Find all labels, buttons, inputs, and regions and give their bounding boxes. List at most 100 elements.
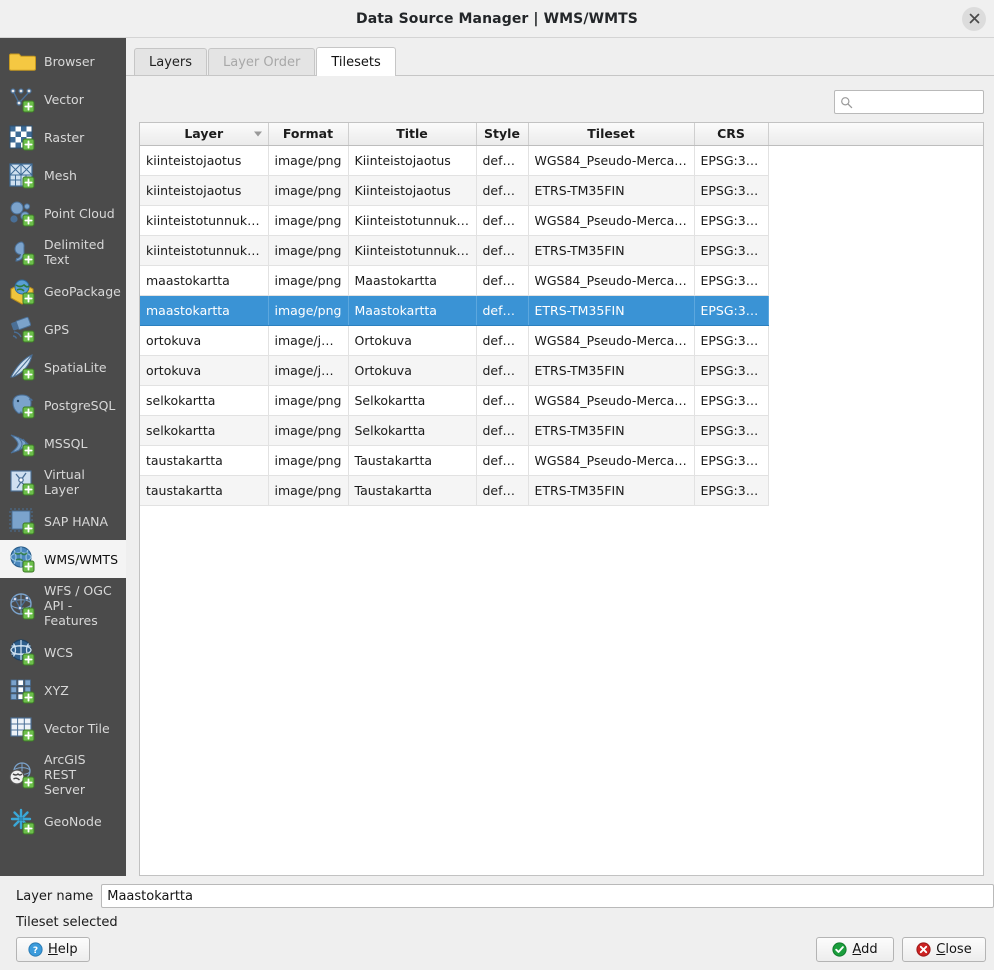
cell-layer[interactable]: taustakartta — [140, 445, 269, 476]
cell-layer[interactable]: taustakartta — [140, 475, 269, 506]
table-row[interactable]: kiinteistojaotus image/png Kiinteistojaotu… — [140, 145, 983, 176]
cell-layer[interactable]: selkokartta — [140, 385, 269, 416]
cell-title[interactable]: Taustakartta — [348, 475, 477, 506]
sidebar-item-wms-wmts[interactable]: WMS/WMTS — [0, 540, 126, 578]
sidebar-item-vector-tile[interactable]: Vector Tile — [0, 709, 126, 747]
cell-title[interactable]: Kiinteistojaotus — [348, 175, 477, 206]
cell-tileset[interactable]: ETRS-TM35FIN — [528, 175, 695, 206]
cell-format[interactable]: image/jpeg — [268, 355, 349, 386]
sidebar-item-vector[interactable]: Vector — [0, 80, 126, 118]
cell-format[interactable]: image/png — [268, 295, 349, 326]
table-row[interactable]: selkokartta image/png Selkokartta default ET… — [140, 415, 983, 446]
cell-crs[interactable]: EPSG:3067 — [694, 235, 769, 266]
cell-format[interactable]: image/png — [268, 205, 349, 236]
cell-layer[interactable]: maastokartta — [140, 265, 269, 296]
table-body[interactable]: kiinteistojaotus image/png Kiinteistojaotu… — [140, 145, 983, 506]
tab-tilesets[interactable]: Tilesets — [316, 47, 396, 76]
cell-title[interactable]: Kiinteistojaotus — [348, 145, 477, 176]
close-button[interactable]: Close — [902, 937, 986, 962]
sidebar-item-gps[interactable]: GPS — [0, 310, 126, 348]
cell-layer[interactable]: kiinteistojaotus — [140, 145, 269, 176]
cell-style[interactable]: default — [476, 175, 529, 206]
cell-tileset[interactable]: ETRS-TM35FIN — [528, 295, 695, 326]
table-row[interactable]: maastokartta image/png Maastokartta default… — [140, 295, 983, 326]
sidebar-item-raster[interactable]: Raster — [0, 118, 126, 156]
cell-crs[interactable]: EPSG:3857 — [694, 145, 769, 176]
table-row[interactable]: kiinteistotunnukset image/png Kiinteistotu… — [140, 205, 983, 236]
cell-tileset[interactable]: WGS84_Pseudo-Mercator — [528, 445, 695, 476]
cell-title[interactable]: Ortokuva — [348, 325, 477, 356]
cell-format[interactable]: image/png — [268, 145, 349, 176]
sidebar-item-delimited-text[interactable]: Delimited Text — [0, 232, 126, 272]
tab-bar[interactable]: Layers Layer Order Tilesets — [126, 44, 994, 76]
sidebar-item-xyz[interactable]: XYZ — [0, 671, 126, 709]
cell-title[interactable]: Selkokartta — [348, 415, 477, 446]
sidebar-item-spatialite[interactable]: SpatiaLite — [0, 348, 126, 386]
cell-tileset[interactable]: WGS84_Pseudo-Mercator — [528, 325, 695, 356]
table-row[interactable]: taustakartta image/png Taustakartta default… — [140, 445, 983, 476]
cell-title[interactable]: Maastokartta — [348, 265, 477, 296]
table-row[interactable]: maastokartta image/png Maastokartta default… — [140, 265, 983, 296]
sidebar-item-wcs[interactable]: WCS — [0, 633, 126, 671]
cell-crs[interactable]: EPSG:3067 — [694, 475, 769, 506]
cell-tileset[interactable]: WGS84_Pseudo-Mercator — [528, 145, 695, 176]
tab-layers[interactable]: Layers — [134, 48, 208, 75]
cell-tileset[interactable]: WGS84_Pseudo-Mercator — [528, 265, 695, 296]
sidebar-item-arcgis-rest-server[interactable]: ArcGIS REST Server — [0, 747, 126, 802]
cell-format[interactable]: image/png — [268, 175, 349, 206]
column-header-format[interactable]: Format — [268, 123, 349, 146]
table-header[interactable]: Layer Format Title Style Tileset CRS — [140, 123, 983, 146]
cell-title[interactable]: Taustakartta — [348, 445, 477, 476]
table-row[interactable]: kiinteistojaotus image/png Kiinteistojaotu… — [140, 175, 983, 206]
help-button[interactable]: ? Help — [16, 937, 90, 962]
cell-tileset[interactable]: WGS84_Pseudo-Mercator — [528, 205, 695, 236]
cell-tileset[interactable]: WGS84_Pseudo-Mercator — [528, 385, 695, 416]
cell-title[interactable]: Kiinteistotunnukset — [348, 235, 477, 266]
cell-format[interactable]: image/png — [268, 475, 349, 506]
source-type-sidebar[interactable]: Browser Vector Raster Mesh Point Cloud Delimi… — [0, 38, 126, 876]
cell-style[interactable]: default — [476, 475, 529, 506]
cell-format[interactable]: image/png — [268, 265, 349, 296]
search-input[interactable] — [858, 93, 978, 111]
cell-format[interactable]: image/png — [268, 235, 349, 266]
cell-layer[interactable]: kiinteistotunnukset — [140, 235, 269, 266]
sidebar-item-mesh[interactable]: Mesh — [0, 156, 126, 194]
cell-title[interactable]: Selkokartta — [348, 385, 477, 416]
cell-layer[interactable]: ortokuva — [140, 325, 269, 356]
tilesets-table[interactable]: Layer Format Title Style Tileset CRS kiinteis… — [140, 123, 983, 506]
cell-layer[interactable]: ortokuva — [140, 355, 269, 386]
cell-title[interactable]: Kiinteistotunnukset — [348, 205, 477, 236]
cell-layer[interactable]: maastokartta — [140, 295, 269, 326]
cell-tileset[interactable]: ETRS-TM35FIN — [528, 475, 695, 506]
column-header-layer[interactable]: Layer — [140, 123, 269, 146]
column-header-crs[interactable]: CRS — [694, 123, 769, 146]
cell-layer[interactable]: kiinteistotunnukset — [140, 205, 269, 236]
cell-format[interactable]: image/png — [268, 445, 349, 476]
cell-tileset[interactable]: ETRS-TM35FIN — [528, 415, 695, 446]
sidebar-item-browser[interactable]: Browser — [0, 42, 126, 80]
cell-crs[interactable]: EPSG:3067 — [694, 295, 769, 326]
cell-crs[interactable]: EPSG:3857 — [694, 205, 769, 236]
search-box[interactable] — [834, 90, 984, 114]
window-close-button[interactable] — [962, 6, 986, 31]
cell-tileset[interactable]: ETRS-TM35FIN — [528, 355, 695, 386]
cell-tileset[interactable]: ETRS-TM35FIN — [528, 235, 695, 266]
cell-style[interactable]: default — [476, 295, 529, 326]
table-row[interactable]: ortokuva image/jpeg Ortokuva default WGS84_P… — [140, 325, 983, 356]
cell-title[interactable]: Maastokartta — [348, 295, 477, 326]
sidebar-item-geonode[interactable]: GeoNode — [0, 802, 126, 840]
table-row[interactable]: ortokuva image/jpeg Ortokuva default ETRS-TM… — [140, 355, 983, 386]
tilesets-table-container[interactable]: Layer Format Title Style Tileset CRS kiinteis… — [139, 122, 984, 876]
add-button[interactable]: Add — [816, 937, 894, 962]
cell-style[interactable]: default — [476, 355, 529, 386]
cell-style[interactable]: default — [476, 145, 529, 176]
cell-layer[interactable]: selkokartta — [140, 415, 269, 446]
cell-crs[interactable]: EPSG:3857 — [694, 385, 769, 416]
cell-style[interactable]: default — [476, 325, 529, 356]
cell-style[interactable]: default — [476, 445, 529, 476]
table-header-row[interactable]: Layer Format Title Style Tileset CRS — [140, 123, 983, 146]
cell-crs[interactable]: EPSG:3857 — [694, 325, 769, 356]
sidebar-item-sap-hana[interactable]: SAP HANA — [0, 502, 126, 540]
sidebar-item-postgresql[interactable]: PostgreSQL — [0, 386, 126, 424]
cell-style[interactable]: default — [476, 265, 529, 296]
